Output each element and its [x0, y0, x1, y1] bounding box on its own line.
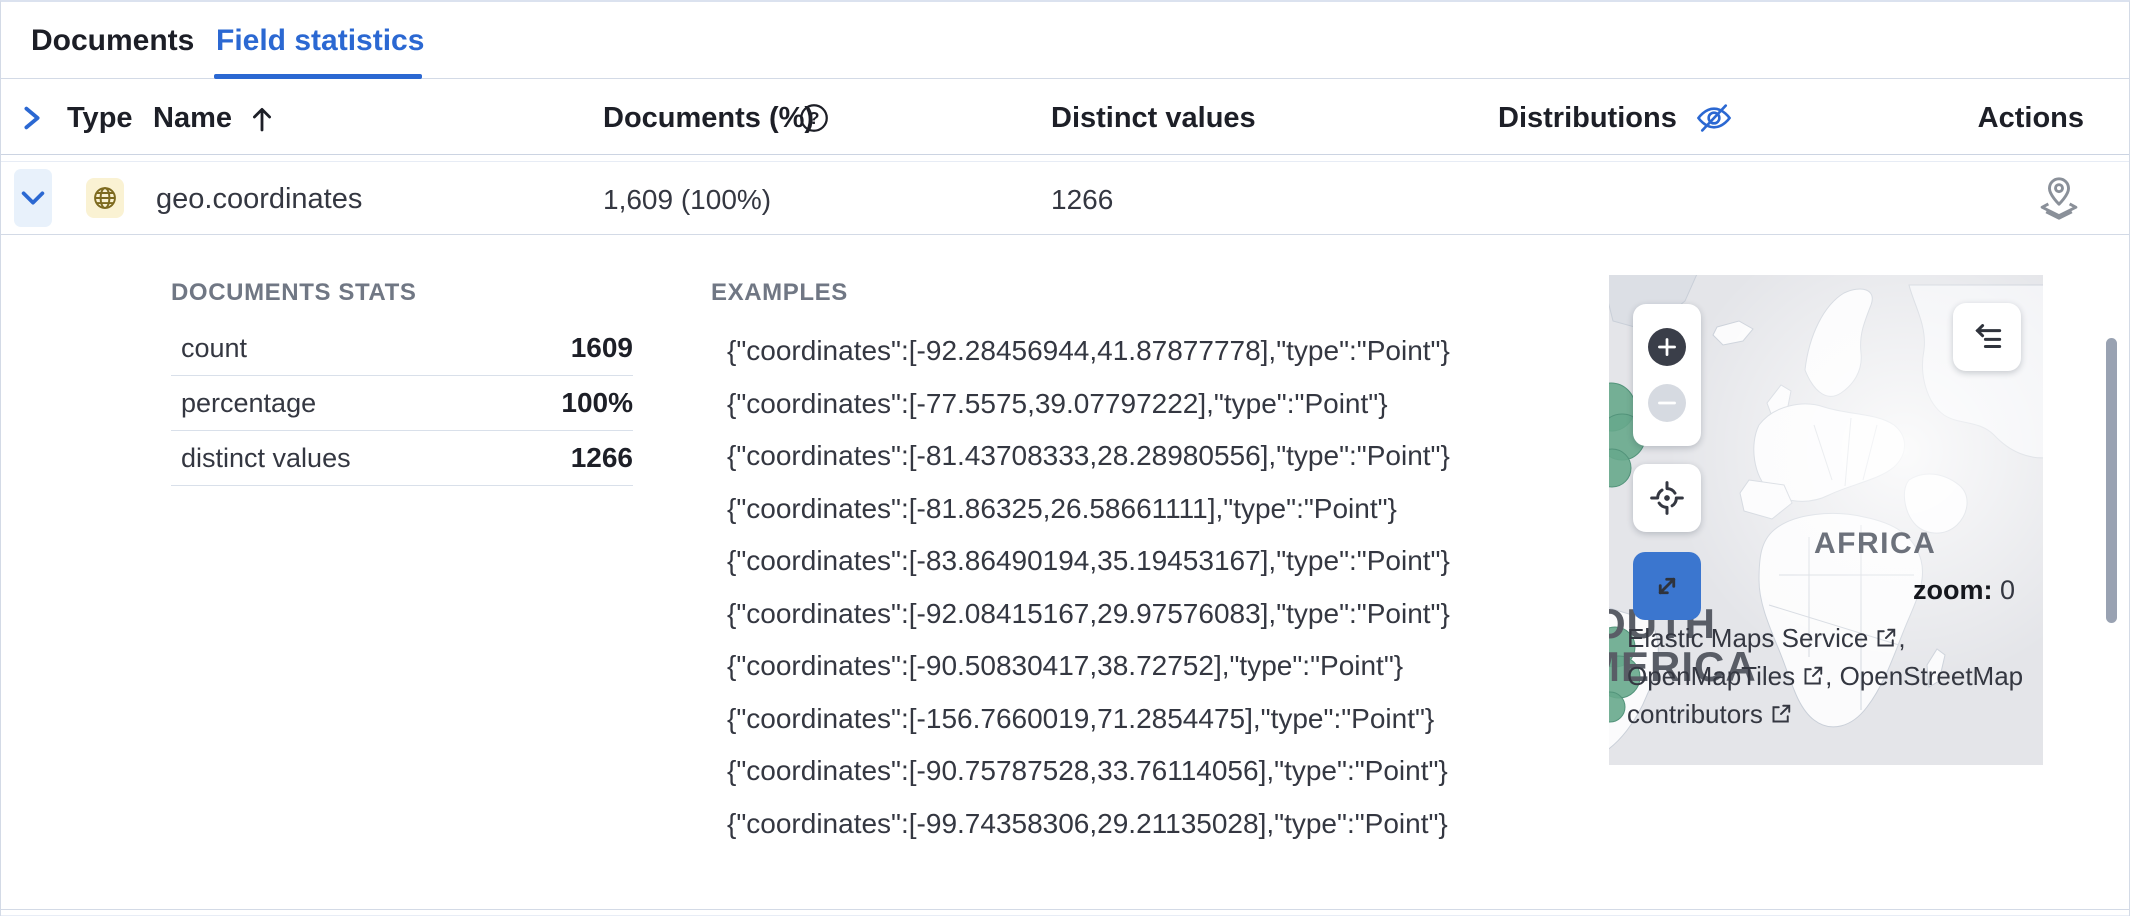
example-value: {"coordinates":[-92.08415167,29.97576083…: [727, 588, 1450, 641]
documents-stats-table: count 1609 percentage 100% distinct valu…: [171, 321, 633, 486]
crosshair-icon[interactable]: [1633, 464, 1701, 532]
header-distributions: Distributions: [1498, 102, 1677, 135]
example-value: {"coordinates":[-99.74358306,29.21135028…: [727, 798, 1450, 851]
example-value: {"coordinates":[-81.86325,26.58661111],"…: [727, 483, 1450, 536]
map-preview[interactable]: AFRICA OUTH MERICA zoom: 0 Elastic Maps …: [1609, 275, 2043, 765]
tab-bar: Documents Field statistics: [1, 4, 2129, 79]
attribution-link-elastic-maps-service[interactable]: Elastic Maps Service: [1627, 623, 1868, 653]
header-type: Type: [67, 102, 133, 135]
svg-text:?: ?: [809, 108, 820, 128]
stat-label: count: [171, 333, 247, 364]
header-documents: Documents (%): [603, 102, 814, 135]
external-link-icon[interactable]: [1769, 698, 1793, 722]
minus-icon[interactable]: [1648, 384, 1686, 422]
stat-label: percentage: [171, 388, 316, 419]
attribution-separator: ,: [1825, 661, 1839, 691]
plus-icon[interactable]: [1648, 328, 1686, 366]
diagonal-expand-icon[interactable]: [1633, 552, 1701, 620]
stat-row-distinct-values: distinct values 1266: [171, 431, 633, 486]
example-value: {"coordinates":[-83.86490194,35.19453167…: [727, 535, 1450, 588]
table-row: geo.coordinates 1,609 (100%) 1266: [1, 162, 2129, 235]
eye-slash-icon[interactable]: [1693, 99, 1735, 137]
stat-value: 1266: [571, 442, 633, 474]
zoom-value: 0: [2000, 575, 2015, 605]
attribution-link-openmaptiles[interactable]: OpenMapTiles: [1627, 661, 1795, 691]
example-value: {"coordinates":[-156.7660019,71.2854475]…: [727, 693, 1450, 746]
map-pin-layers-icon[interactable]: [2037, 174, 2081, 224]
field-distinct-values: 1266: [1051, 184, 1113, 216]
example-value: {"coordinates":[-90.50830417,38.72752],"…: [727, 640, 1450, 693]
stat-value: 1609: [571, 332, 633, 364]
field-name: geo.coordinates: [156, 183, 362, 216]
map-zoom-controls: [1633, 304, 1701, 446]
field-statistics-panel: Documents Field statistics Type Name Doc…: [0, 0, 2130, 916]
attribution-separator: ,: [1898, 623, 1905, 653]
table-header: Type Name Documents (%) ? Distinct value…: [1, 79, 2129, 155]
map-attribution: Elastic Maps Service, OpenMapTiles, Open…: [1627, 619, 2029, 733]
stat-label: distinct values: [171, 443, 351, 474]
field-detail-panel: DOCUMENTS STATS count 1609 percentage 10…: [1, 235, 2129, 910]
map-zoom-indicator: zoom: 0: [1913, 575, 2015, 606]
zoom-label: zoom:: [1913, 575, 1992, 605]
header-name[interactable]: Name: [153, 102, 232, 135]
documents-stats-title: DOCUMENTS STATS: [171, 279, 416, 307]
question-circle-icon[interactable]: ?: [799, 103, 829, 133]
stat-row-percentage: percentage 100%: [171, 376, 633, 431]
examples-title: EXAMPLES: [711, 279, 848, 307]
vertical-scrollbar-thumb[interactable]: [2106, 338, 2117, 623]
map-label-africa: AFRICA: [1814, 527, 1936, 561]
header-distinct-values: Distinct values: [1051, 102, 1256, 135]
example-value: {"coordinates":[-92.28456944,41.87877778…: [727, 325, 1450, 378]
sort-ascending-arrow-icon: [246, 103, 278, 140]
example-value: {"coordinates":[-90.75787528,33.76114056…: [727, 745, 1450, 798]
collapse-left-icon[interactable]: [1953, 303, 2021, 371]
tab-field-statistics[interactable]: Field statistics: [216, 24, 424, 58]
examples-list: {"coordinates":[-92.28456944,41.87877778…: [727, 325, 1450, 850]
tab-documents[interactable]: Documents: [31, 24, 194, 58]
chevron-right-icon[interactable]: [17, 103, 47, 133]
external-link-icon[interactable]: [1874, 622, 1898, 646]
external-link-icon[interactable]: [1801, 660, 1825, 684]
header-actions: Actions: [1978, 102, 2084, 135]
geo-point-globe-icon: [86, 178, 124, 218]
stat-row-count: count 1609: [171, 321, 633, 376]
stat-value: 100%: [561, 387, 633, 419]
example-value: {"coordinates":[-77.5575,39.07797222],"t…: [727, 378, 1450, 431]
field-documents-percent: 1,609 (100%): [603, 184, 771, 216]
example-value: {"coordinates":[-81.43708333,28.28980556…: [727, 430, 1450, 483]
chevron-down-icon[interactable]: [14, 169, 52, 227]
